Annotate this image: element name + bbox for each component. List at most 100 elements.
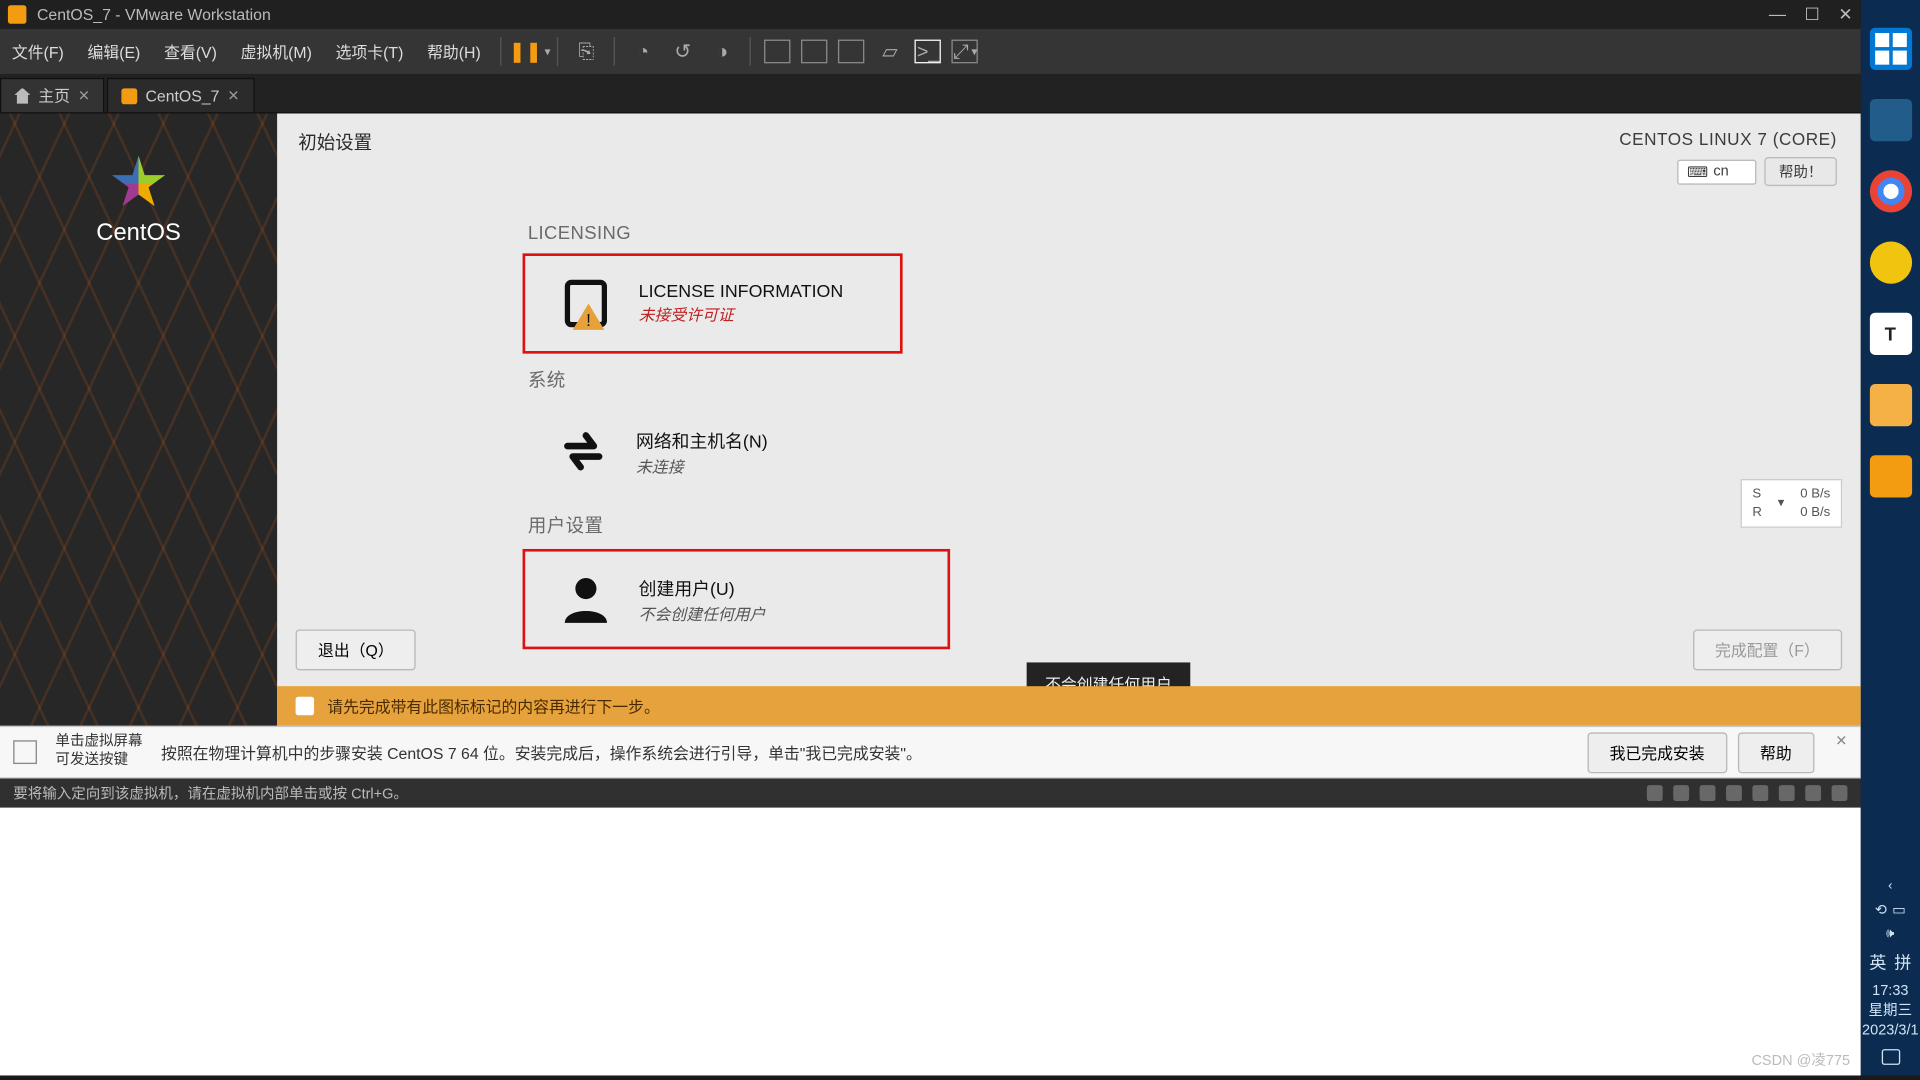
menu-tabs[interactable]: 选项卡(T) bbox=[324, 40, 415, 62]
app-icon[interactable] bbox=[1869, 241, 1911, 283]
menu-vm[interactable]: 虚拟机(M) bbox=[229, 40, 324, 62]
spoke-network-title: 网络和主机名(N) bbox=[636, 426, 768, 452]
warning-icon bbox=[296, 697, 314, 715]
user-icon bbox=[557, 570, 615, 628]
net-rate-s-label: S bbox=[1752, 487, 1761, 502]
typora-icon[interactable]: T bbox=[1869, 313, 1911, 355]
tab-strip: 主页 ✕ CentOS_7 ✕ bbox=[0, 74, 1861, 114]
tray-clock[interactable]: 17:33 星期三 2023/3/1 bbox=[1862, 982, 1919, 1041]
device-icon[interactable] bbox=[1700, 785, 1716, 801]
centos-branding: CentOS bbox=[0, 156, 277, 247]
app-icon[interactable] bbox=[1869, 99, 1911, 141]
volume-icon[interactable]: 🕪 bbox=[1886, 927, 1894, 942]
window-title: CentOS_7 - VMware Workstation bbox=[37, 5, 271, 23]
spoke-license-status: 未接受许可证 bbox=[639, 304, 844, 326]
net-rate-s-value: 0 B/s bbox=[1800, 487, 1830, 502]
send-ctrl-alt-del-button[interactable]: ⎘ bbox=[572, 37, 601, 66]
page-title: 初始设置 bbox=[298, 129, 372, 155]
chrome-icon[interactable] bbox=[1869, 170, 1911, 212]
menu-edit[interactable]: 编辑(E) bbox=[76, 40, 153, 62]
tab-home-label: 主页 bbox=[38, 84, 70, 106]
section-heading-system: 系统 bbox=[528, 367, 1367, 393]
guest-header: CENTOS LINUX 7 (CORE) ⌨ cn 帮助！ bbox=[1619, 129, 1837, 186]
minimize-button[interactable]: ― bbox=[1769, 4, 1786, 25]
vm-icon bbox=[122, 88, 138, 104]
monitor-icon bbox=[13, 740, 37, 764]
stretch-button[interactable]: ▱ bbox=[875, 37, 904, 66]
spoke-network[interactable]: 网络和主机名(N) 未连接 bbox=[523, 404, 1368, 499]
menu-help[interactable]: 帮助(H) bbox=[415, 40, 492, 62]
close-icon[interactable]: ✕ bbox=[1835, 732, 1847, 773]
battery-icon[interactable]: ▭ bbox=[1892, 902, 1906, 919]
close-icon[interactable]: ✕ bbox=[227, 87, 239, 104]
grab-hint: 单击虚拟屏幕 可发送按键 bbox=[55, 734, 142, 770]
spoke-license[interactable]: ! LICENSE INFORMATION 未接受许可证 bbox=[523, 253, 903, 353]
finish-config-button[interactable]: 完成配置（F） bbox=[1693, 629, 1843, 670]
menu-toolbar-row: 文件(F) 编辑(E) 查看(V) 虚拟机(M) 选项卡(T) 帮助(H) ❚❚… bbox=[0, 29, 1861, 74]
ime-mode[interactable]: 拼 bbox=[1894, 949, 1911, 974]
net-rate-overlay: S R ▾ 0 B/s 0 B/s bbox=[1740, 479, 1842, 528]
install-help-button[interactable]: 帮助 bbox=[1738, 732, 1815, 773]
svg-text:!: ! bbox=[586, 310, 591, 330]
spoke-license-title: LICENSE INFORMATION bbox=[639, 281, 844, 301]
notifications-icon[interactable] bbox=[1881, 1049, 1899, 1065]
tab-vm-label: CentOS_7 bbox=[145, 86, 219, 104]
fullscreen-button[interactable]: ⤢▾ bbox=[952, 40, 978, 64]
warning-message: 请先完成带有此图标标记的内容再进行下一步。 bbox=[327, 695, 660, 717]
work-area: CentOS 初始设置 CENTOS LINUX 7 (CORE) ⌨ cn 帮… bbox=[0, 113, 1861, 725]
device-icon[interactable] bbox=[1726, 785, 1742, 801]
vm-status-bar: 要将输入定向到该虚拟机，请在虚拟机内部单击或按 Ctrl+G。 bbox=[0, 779, 1861, 808]
quit-button[interactable]: 退出（Q） bbox=[296, 629, 417, 670]
close-button[interactable]: ✕ bbox=[1838, 4, 1852, 25]
console-button[interactable]: >_ bbox=[915, 40, 941, 64]
menu-file[interactable]: 文件(F) bbox=[0, 40, 76, 62]
device-icon[interactable] bbox=[1647, 785, 1663, 801]
snapshot-revert-button[interactable]: ↺ bbox=[668, 37, 697, 66]
windows-system-tray: ‹ ⟲ ▭ 🕪 英 拼 17:33 星期三 2023/3/1 bbox=[1861, 879, 1920, 1075]
close-icon[interactable]: ✕ bbox=[78, 87, 90, 104]
net-rate-r-label: R bbox=[1752, 505, 1762, 520]
spoke-network-status: 未连接 bbox=[636, 455, 768, 477]
warning-strip: 请先完成带有此图标标记的内容再进行下一步。 bbox=[277, 686, 1861, 726]
device-icon[interactable] bbox=[1805, 785, 1821, 801]
license-icon: ! bbox=[557, 274, 615, 332]
home-icon bbox=[15, 88, 31, 104]
pause-button[interactable]: ❚❚▾ bbox=[515, 37, 544, 66]
device-icon[interactable] bbox=[1779, 785, 1795, 801]
menu-view[interactable]: 查看(V) bbox=[152, 40, 229, 62]
titlebar: CentOS_7 - VMware Workstation ― ☐ ✕ bbox=[0, 0, 1861, 29]
view-multi-button[interactable] bbox=[801, 40, 827, 64]
keyboard-layout-button[interactable]: ⌨ cn bbox=[1678, 159, 1757, 184]
snapshot-manager-button[interactable]: ◑ bbox=[708, 37, 737, 66]
view-unity-button[interactable] bbox=[838, 40, 864, 64]
maximize-button[interactable]: ☐ bbox=[1804, 4, 1819, 25]
ime-lang[interactable]: 英 bbox=[1869, 949, 1886, 974]
install-instruction: 按照在物理计算机中的步骤安装 CentOS 7 64 位。安装完成后，操作系统会… bbox=[161, 741, 922, 763]
vmware-app-icon bbox=[8, 5, 26, 23]
tray-chevron-icon[interactable]: ‹ bbox=[1888, 879, 1892, 894]
tab-home[interactable]: 主页 ✕ bbox=[0, 78, 105, 112]
help-button[interactable]: 帮助！ bbox=[1764, 157, 1837, 186]
guest-sidebar: CentOS bbox=[0, 113, 277, 725]
windows-start-icon[interactable] bbox=[1869, 28, 1911, 70]
view-single-button[interactable] bbox=[764, 40, 790, 64]
spoke-sections: LICENSING ! LICENSE INFORMATION 未接受许可证 系… bbox=[523, 208, 1368, 649]
guest-screen[interactable]: 初始设置 CENTOS LINUX 7 (CORE) ⌨ cn 帮助！ LICE… bbox=[277, 113, 1861, 725]
device-icon[interactable] bbox=[1752, 785, 1768, 801]
vmware-icon[interactable] bbox=[1869, 455, 1911, 497]
status-message: 要将输入定向到该虚拟机，请在虚拟机内部单击或按 Ctrl+G。 bbox=[13, 783, 408, 804]
install-done-button[interactable]: 我已完成安装 bbox=[1587, 732, 1727, 773]
vmware-window: CentOS_7 - VMware Workstation ― ☐ ✕ 文件(F… bbox=[0, 0, 1861, 726]
device-icon[interactable] bbox=[1673, 785, 1689, 801]
tray-time: 17:33 bbox=[1862, 982, 1919, 1002]
file-explorer-icon[interactable] bbox=[1869, 384, 1911, 426]
tray-weekday: 星期三 bbox=[1862, 1002, 1919, 1022]
tray-date: 2023/3/1 bbox=[1862, 1022, 1919, 1042]
device-icon[interactable] bbox=[1832, 785, 1848, 801]
network-icon bbox=[554, 422, 612, 480]
keyboard-icon: ⌨ bbox=[1687, 163, 1708, 180]
snapshot-take-button[interactable]: ◔ bbox=[629, 37, 658, 66]
wifi-icon[interactable]: ⟲ bbox=[1875, 902, 1887, 919]
tab-centos7[interactable]: CentOS_7 ✕ bbox=[107, 78, 254, 112]
distro-label: CENTOS LINUX 7 (CORE) bbox=[1619, 129, 1837, 149]
